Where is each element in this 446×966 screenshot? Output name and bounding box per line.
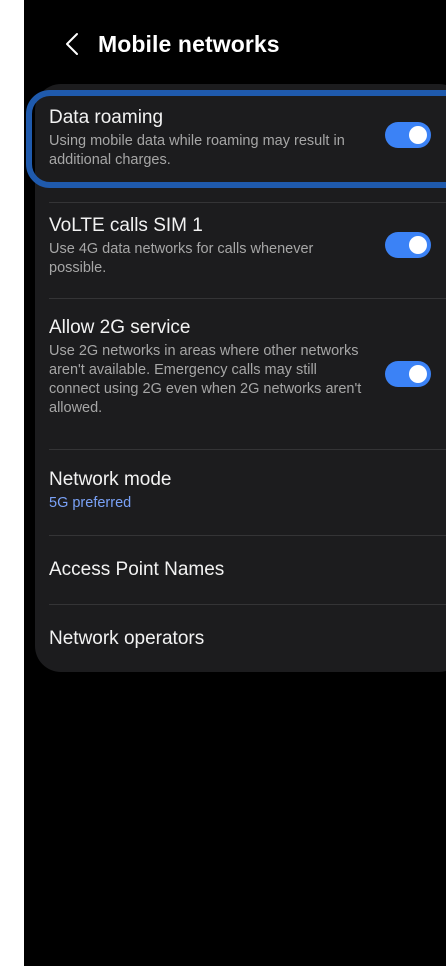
- toggle-knob: [409, 236, 427, 254]
- network-operators-row[interactable]: Network operators: [35, 627, 446, 651]
- toggle-knob: [409, 365, 427, 383]
- access-point-names-row[interactable]: Access Point Names: [35, 558, 446, 582]
- app-header: Mobile networks: [24, 22, 446, 66]
- network-operators-title: Network operators: [49, 628, 205, 649]
- chevron-left-icon: [66, 33, 78, 55]
- data-roaming-toggle[interactable]: [385, 122, 431, 148]
- page-title: Mobile networks: [98, 30, 280, 57]
- divider: [49, 298, 446, 299]
- access-point-names-title: Access Point Names: [49, 559, 225, 580]
- volte-toggle[interactable]: [385, 232, 431, 258]
- network-mode-title: Network mode: [49, 469, 172, 490]
- volte-subtitle: Use 4G data networks for calls whenever …: [49, 241, 314, 276]
- allow-2g-toggle[interactable]: [385, 361, 431, 387]
- data-roaming-subtitle: Using mobile data while roaming may resu…: [49, 133, 345, 168]
- divider: [49, 604, 446, 605]
- data-roaming-row[interactable]: Data roaming Using mobile data while roa…: [35, 106, 446, 170]
- back-button[interactable]: [50, 22, 94, 66]
- data-roaming-title: Data roaming: [49, 107, 164, 128]
- network-mode-value: 5G preferred: [49, 495, 132, 511]
- divider: [49, 202, 446, 203]
- allow-2g-row[interactable]: Allow 2G service Use 2G networks in area…: [35, 316, 446, 418]
- volte-title: VoLTE calls SIM 1: [49, 215, 203, 236]
- settings-card: Data roaming Using mobile data while roa…: [35, 84, 446, 672]
- allow-2g-title: Allow 2G service: [49, 317, 191, 338]
- toggle-knob: [409, 126, 427, 144]
- mobile-networks-screen: Mobile networks Data roaming Using mobil…: [24, 0, 446, 966]
- divider: [49, 449, 446, 450]
- divider: [49, 535, 446, 536]
- allow-2g-subtitle: Use 2G networks in areas where other net…: [49, 343, 362, 416]
- network-mode-row[interactable]: Network mode 5G preferred: [35, 468, 446, 513]
